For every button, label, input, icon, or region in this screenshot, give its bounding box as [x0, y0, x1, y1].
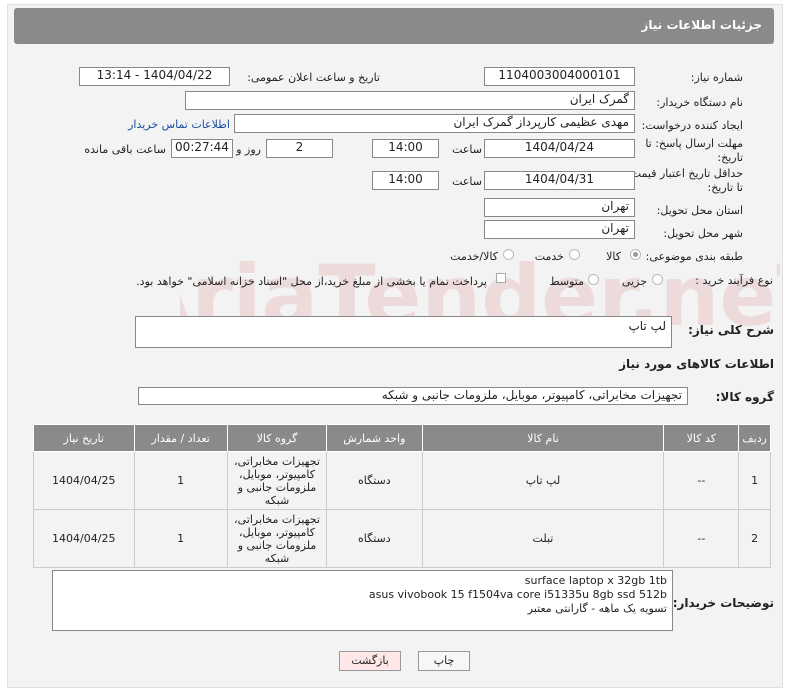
item-group: تجهیزات مخابراتی، کامپیوتر، موبایل، ملزو… — [226, 509, 328, 568]
treasury-payment-checkbox[interactable] — [496, 273, 506, 283]
city-field: تهران — [484, 220, 635, 239]
announce-field: 1404/04/22 - 13:14 — [79, 67, 230, 86]
print-button[interactable]: چاپ — [418, 651, 470, 671]
goods-section-title: اطلاعات کالاهای مورد نیاز — [619, 357, 774, 371]
need-number-label: شماره نیاز: — [690, 71, 743, 84]
item-unit: دستگاه — [326, 509, 423, 568]
buyer-label: نام دستگاه خریدار: — [656, 96, 743, 109]
col-unit: واحد شمارش — [326, 424, 423, 452]
announce-label: تاریخ و ساعت اعلان عمومی: — [247, 71, 380, 84]
row-number: 1 — [738, 451, 771, 510]
category-goods-label: کالا — [606, 250, 621, 263]
deadline-date-field: 1404/04/24 — [484, 139, 635, 158]
remaining-label: ساعت باقی مانده — [84, 143, 166, 156]
process-medium-radio[interactable] — [588, 274, 599, 285]
panel-title: جزئیات اطلاعات نیاز — [641, 18, 762, 32]
category-both-label: کالا/خدمت — [450, 250, 498, 263]
deadline-time-field: 14:00 — [372, 139, 439, 158]
deadline-label-1: مهلت ارسال پاسخ: تا — [645, 137, 743, 150]
table-row: 2 -- تبلت دستگاه تجهیزات مخابراتی، کامپی… — [33, 509, 771, 568]
creator-label: ایجاد کننده درخواست: — [641, 119, 743, 132]
table-header-row: ردیف کد کالا نام کالا واحد شمارش گروه کا… — [33, 424, 771, 452]
col-item-group: گروه کالا — [226, 424, 328, 452]
panel-header: جزئیات اطلاعات نیاز — [14, 8, 774, 44]
category-both-radio[interactable] — [503, 249, 514, 260]
item-name: لپ تاپ — [421, 451, 665, 510]
col-quantity: تعداد / مقدار — [133, 424, 228, 452]
treasury-payment-note: پرداخت تمام یا بخشی از مبلغ خرید،از محل … — [136, 275, 487, 288]
col-row-number: ردیف — [738, 424, 771, 452]
city-label: شهر محل تحویل: — [663, 227, 743, 240]
province-label: استان محل تحویل: — [656, 204, 743, 217]
days-label: روز و — [236, 143, 261, 156]
table-row: 1 -- لپ تاپ دستگاه تجهیزات مخابراتی، کام… — [33, 451, 771, 510]
item-code: -- — [663, 509, 740, 568]
goods-group-label: گروه کالا: — [715, 390, 774, 404]
item-quantity: 1 — [133, 451, 228, 510]
days-field: 2 — [266, 139, 333, 158]
item-unit: دستگاه — [326, 451, 423, 510]
goods-group-field: تجهیزات مخابراتی، کامپیوتر، موبایل، ملزو… — [138, 387, 688, 405]
description-field: لپ تاپ — [135, 316, 672, 348]
items-table: ردیف کد کالا نام کالا واحد شمارش گروه کا… — [33, 424, 771, 568]
col-item-code: کد کالا — [663, 424, 740, 452]
process-medium-label: متوسط — [549, 275, 584, 288]
creator-field: مهدی عظیمی کارپرداز گمرک ایران — [234, 114, 635, 133]
remaining-time-field: 00:27:44 — [171, 139, 233, 158]
item-code: -- — [663, 451, 740, 510]
contact-buyer-link[interactable]: اطلاعات تماس خریدار — [128, 118, 230, 131]
col-need-date: تاریخ نیاز — [33, 424, 135, 452]
process-partial-radio[interactable] — [652, 274, 663, 285]
item-need-date: 1404/04/25 — [33, 451, 135, 510]
buyer-field: گمرک ایران — [185, 91, 635, 110]
item-group: تجهیزات مخابراتی، کامپیوتر، موبایل، ملزو… — [226, 451, 328, 510]
price-validity-label-1: حداقل تاریخ اعتبار قیمت: — [627, 167, 743, 180]
buyer-notes-field: surface laptop x 32gb 1tb asus vivobook … — [52, 570, 673, 631]
buyer-notes-line-1: surface laptop x 32gb 1tb — [524, 574, 667, 587]
item-quantity: 1 — [133, 509, 228, 568]
item-need-date: 1404/04/25 — [33, 509, 135, 568]
category-service-label: خدمت — [534, 250, 564, 263]
need-number-field: 1104003004000101 — [484, 67, 635, 86]
back-button[interactable]: بازگشت — [339, 651, 401, 671]
buyer-notes-label: توضیحات خریدار: — [672, 596, 774, 610]
buyer-notes-line-2: asus vivobook 15 f1504va core i51335u 8g… — [368, 588, 667, 601]
description-label: شرح کلی نیاز: — [688, 323, 774, 337]
category-service-radio[interactable] — [569, 249, 580, 260]
price-time-label: ساعت — [452, 175, 482, 188]
price-time-field: 14:00 — [372, 171, 439, 190]
buyer-notes-line-3: تسویه یک ماهه - گارانتی معتبر — [527, 602, 667, 615]
col-item-name: نام کالا — [421, 424, 665, 452]
price-date-field: 1404/04/31 — [484, 171, 635, 190]
row-number: 2 — [738, 509, 771, 568]
price-validity-label-2: تا تاریخ: — [707, 181, 743, 194]
province-field: تهران — [484, 198, 635, 217]
deadline-time-label: ساعت — [452, 143, 482, 156]
process-label: نوع فرآیند خرید : — [695, 274, 773, 287]
category-label: طبقه بندی موضوعی: — [645, 250, 743, 263]
deadline-label-2: تاریخ: — [717, 151, 743, 164]
category-goods-radio[interactable] — [630, 249, 641, 260]
process-partial-label: جزیی — [621, 275, 647, 288]
item-name: تبلت — [421, 509, 665, 568]
